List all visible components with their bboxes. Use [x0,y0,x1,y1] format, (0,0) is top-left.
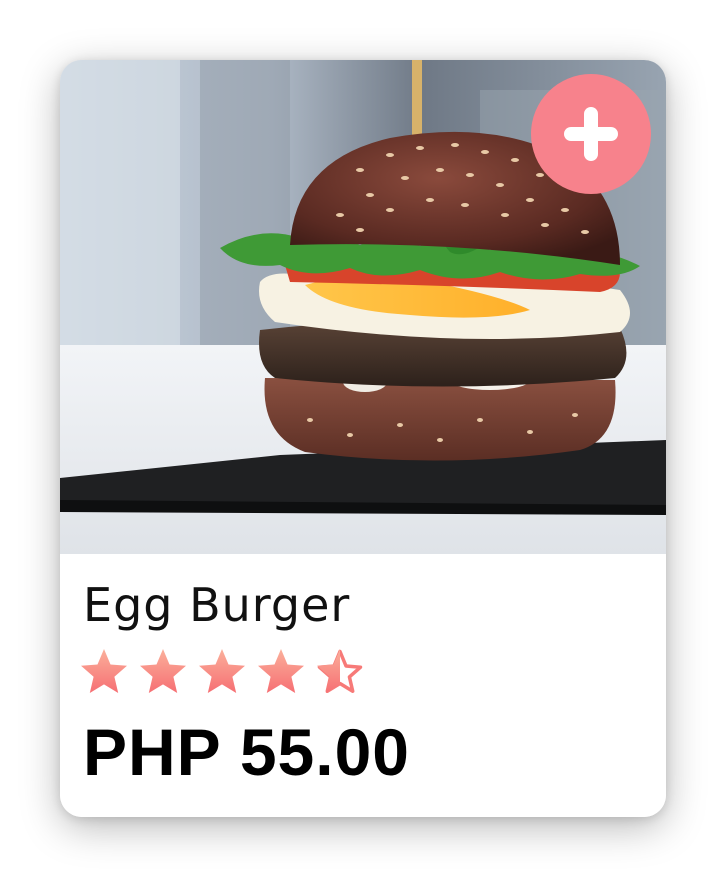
star-half-icon [317,649,363,693]
product-name: Egg Burger [83,578,351,632]
star-full-icon [81,649,127,693]
product-price: PHP 55.00 [83,715,411,789]
star-full-icon [258,649,304,693]
star-full-icon [140,649,186,693]
product-card[interactable]: Egg Burger PHP 55.00 [60,60,666,817]
add-to-cart-button[interactable] [531,74,651,194]
product-info: Egg Burger PHP 55.00 [60,554,666,817]
plus-icon [564,107,618,161]
star-rating [78,646,366,700]
star-full-icon [199,649,245,693]
